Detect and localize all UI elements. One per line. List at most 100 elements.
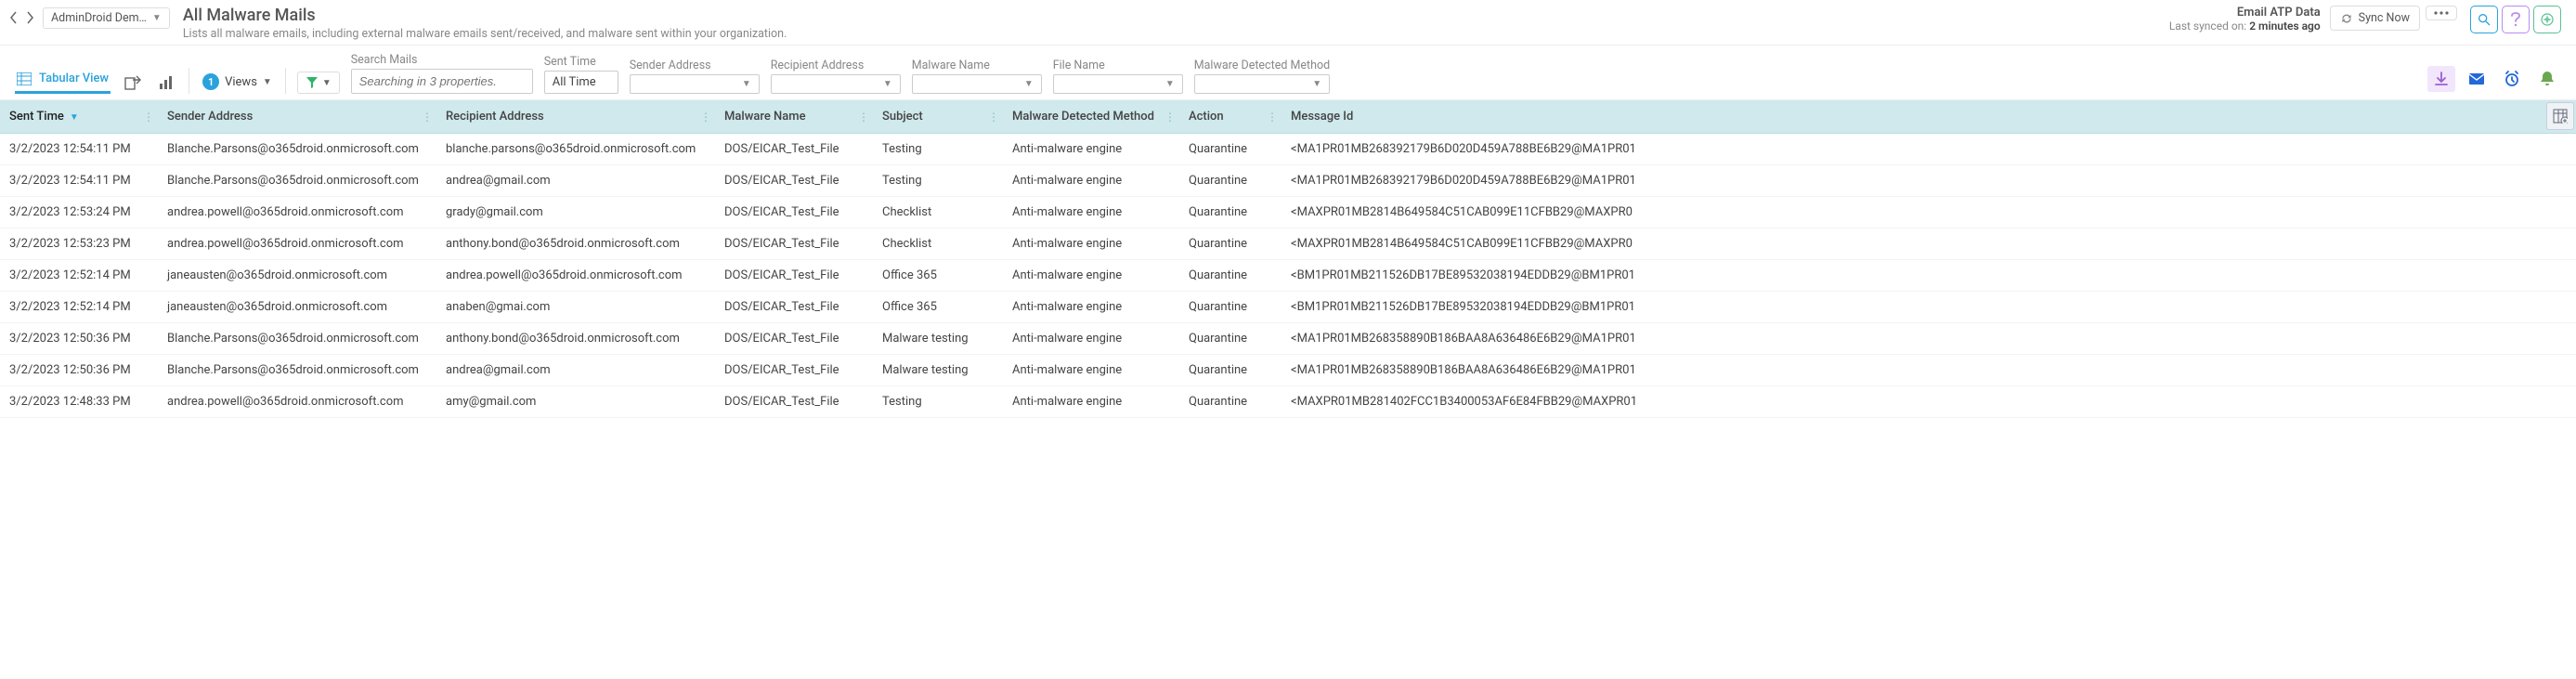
tabular-view-tab[interactable]: Tabular View xyxy=(15,66,111,94)
table-row[interactable]: 3/2/2023 12:52:14 PMjaneausten@o365droid… xyxy=(0,260,2576,292)
cell-msgid: <MA1PR01MB268358890B186BAA8A636486E6B29@… xyxy=(1281,355,2576,386)
cell-sent: 3/2/2023 12:50:36 PM xyxy=(0,323,158,355)
cell-malware: DOS/EICAR_Test_File xyxy=(715,323,873,355)
nav-back-button[interactable] xyxy=(6,9,20,26)
cell-method: Anti-malware engine xyxy=(1003,386,1179,418)
cell-action: Quarantine xyxy=(1179,323,1281,355)
sync-now-label: Sync Now xyxy=(2359,11,2410,25)
sent-time-filter[interactable]: All Time xyxy=(544,71,618,94)
global-search-button[interactable] xyxy=(2470,6,2498,33)
alarm-icon xyxy=(2504,71,2520,87)
tenant-dropdown[interactable]: AdminDroid Dem… ▼ xyxy=(43,7,170,29)
filter-button[interactable]: ▼ xyxy=(297,72,340,94)
table-row[interactable]: 3/2/2023 12:54:11 PMBlanche.Parsons@o365… xyxy=(0,165,2576,197)
data-grid: Sent Time▼⋮Sender Address⋮Recipient Addr… xyxy=(0,100,2576,418)
more-menu-button[interactable] xyxy=(2426,6,2457,20)
table-row[interactable]: 3/2/2023 12:48:33 PMandrea.powell@o365dr… xyxy=(0,386,2576,418)
column-header[interactable]: Sent Time▼⋮ xyxy=(0,100,158,134)
chevron-down-icon: ▼ xyxy=(152,13,162,23)
table-row[interactable]: 3/2/2023 12:50:36 PMBlanche.Parsons@o365… xyxy=(0,355,2576,386)
cell-subject: Testing xyxy=(873,386,1003,418)
column-resize-handle[interactable]: ⋮ xyxy=(988,111,999,124)
cell-action: Quarantine xyxy=(1179,292,1281,323)
ellipsis-icon xyxy=(2434,11,2449,15)
detected-method-filter[interactable]: ▼ xyxy=(1194,74,1330,94)
chevron-down-icon: ▼ xyxy=(883,79,892,89)
column-header[interactable]: Subject⋮ xyxy=(873,100,1003,134)
table-row[interactable]: 3/2/2023 12:53:23 PMandrea.powell@o365dr… xyxy=(0,229,2576,260)
cell-subject: Office 365 xyxy=(873,292,1003,323)
recipient-address-label: Recipient Address xyxy=(771,59,901,72)
nav-forward-button[interactable] xyxy=(22,9,37,26)
file-name-filter[interactable]: ▼ xyxy=(1053,74,1183,94)
cell-msgid: <MAXPR01MB2814B649584C51CAB099E11CFBB29@… xyxy=(1281,229,2576,260)
sync-now-button[interactable]: Sync Now xyxy=(2330,6,2420,31)
cell-recipient: andrea@gmail.com xyxy=(436,355,715,386)
export-view-button[interactable] xyxy=(122,72,144,94)
download-button[interactable] xyxy=(2427,66,2455,92)
column-header[interactable]: Malware Name⋮ xyxy=(715,100,873,134)
cell-action: Quarantine xyxy=(1179,134,1281,165)
views-count-badge: 1 xyxy=(202,73,219,90)
cell-action: Quarantine xyxy=(1179,197,1281,229)
cell-msgid: <MA1PR01MB268392179B6D020D459A788BE6B29@… xyxy=(1281,134,2576,165)
sender-address-label: Sender Address xyxy=(630,59,760,72)
table-row[interactable]: 3/2/2023 12:53:24 PMandrea.powell@o365dr… xyxy=(0,197,2576,229)
email-button[interactable] xyxy=(2463,66,2491,92)
cell-action: Quarantine xyxy=(1179,355,1281,386)
column-resize-handle[interactable]: ⋮ xyxy=(700,111,711,124)
cell-subject: Office 365 xyxy=(873,260,1003,292)
column-header[interactable]: Sender Address⋮ xyxy=(158,100,436,134)
column-resize-handle[interactable]: ⋮ xyxy=(422,111,433,124)
help-button[interactable] xyxy=(2502,6,2530,33)
views-dropdown[interactable]: 1 Views ▼ xyxy=(201,70,274,94)
sent-time-value: All Time xyxy=(553,75,596,89)
cell-method: Anti-malware engine xyxy=(1003,323,1179,355)
cell-method: Anti-malware engine xyxy=(1003,355,1179,386)
views-label: Views xyxy=(225,75,257,89)
cell-action: Quarantine xyxy=(1179,229,1281,260)
cell-recipient: andrea.powell@o365droid.onmicrosoft.com xyxy=(436,260,715,292)
chart-view-button[interactable] xyxy=(155,72,177,94)
cell-sent: 3/2/2023 12:48:33 PM xyxy=(0,386,158,418)
column-header[interactable]: Malware Detected Method⋮ xyxy=(1003,100,1179,134)
cell-sender: janeausten@o365droid.onmicrosoft.com xyxy=(158,260,436,292)
cell-msgid: <MAXPR01MB2814B649584C51CAB099E11CFBB29@… xyxy=(1281,197,2576,229)
cell-recipient: grady@gmail.com xyxy=(436,197,715,229)
cell-method: Anti-malware engine xyxy=(1003,229,1179,260)
cell-sender: Blanche.Parsons@o365droid.onmicrosoft.co… xyxy=(158,134,436,165)
cell-subject: Checklist xyxy=(873,229,1003,260)
column-header[interactable]: Message Id⋮ xyxy=(1281,100,2576,134)
cell-subject: Testing xyxy=(873,134,1003,165)
sender-address-filter[interactable]: ▼ xyxy=(630,74,760,94)
cell-malware: DOS/EICAR_Test_File xyxy=(715,260,873,292)
column-resize-handle[interactable]: ⋮ xyxy=(858,111,869,124)
alert-button[interactable] xyxy=(2533,66,2561,92)
column-resize-handle[interactable]: ⋮ xyxy=(1267,111,1278,124)
cell-msgid: <MAXPR01MB281402FCC1B3400053AF6E84FBB29@… xyxy=(1281,386,2576,418)
tips-button[interactable] xyxy=(2533,6,2561,33)
detected-method-label: Malware Detected Method xyxy=(1194,59,1330,72)
table-row[interactable]: 3/2/2023 12:52:14 PMjaneausten@o365droid… xyxy=(0,292,2576,323)
malware-name-filter[interactable]: ▼ xyxy=(912,74,1042,94)
table-row[interactable]: 3/2/2023 12:50:36 PMBlanche.Parsons@o365… xyxy=(0,323,2576,355)
table-row[interactable]: 3/2/2023 12:54:11 PMBlanche.Parsons@o365… xyxy=(0,134,2576,165)
cell-subject: Testing xyxy=(873,165,1003,197)
column-resize-handle[interactable]: ⋮ xyxy=(143,111,154,124)
search-input[interactable] xyxy=(351,69,533,94)
column-resize-handle[interactable]: ⋮ xyxy=(1164,111,1176,124)
cell-recipient: blanche.parsons@o365droid.onmicrosoft.co… xyxy=(436,134,715,165)
column-header[interactable]: Action⋮ xyxy=(1179,100,1281,134)
sync-status-label: Last synced on: xyxy=(2169,20,2246,33)
column-chooser-button[interactable] xyxy=(2546,102,2574,130)
tenant-label: AdminDroid Dem… xyxy=(51,11,147,25)
page-title: All Malware Mails xyxy=(183,6,2169,25)
schedule-button[interactable] xyxy=(2498,66,2526,92)
column-header[interactable]: Recipient Address⋮ xyxy=(436,100,715,134)
cell-subject: Malware testing xyxy=(873,323,1003,355)
cell-sender: Blanche.Parsons@o365droid.onmicrosoft.co… xyxy=(158,323,436,355)
cell-sent: 3/2/2023 12:50:36 PM xyxy=(0,355,158,386)
cell-msgid: <MA1PR01MB268358890B186BAA8A636486E6B29@… xyxy=(1281,323,2576,355)
mail-icon xyxy=(2468,72,2485,85)
recipient-address-filter[interactable]: ▼ xyxy=(771,74,901,94)
